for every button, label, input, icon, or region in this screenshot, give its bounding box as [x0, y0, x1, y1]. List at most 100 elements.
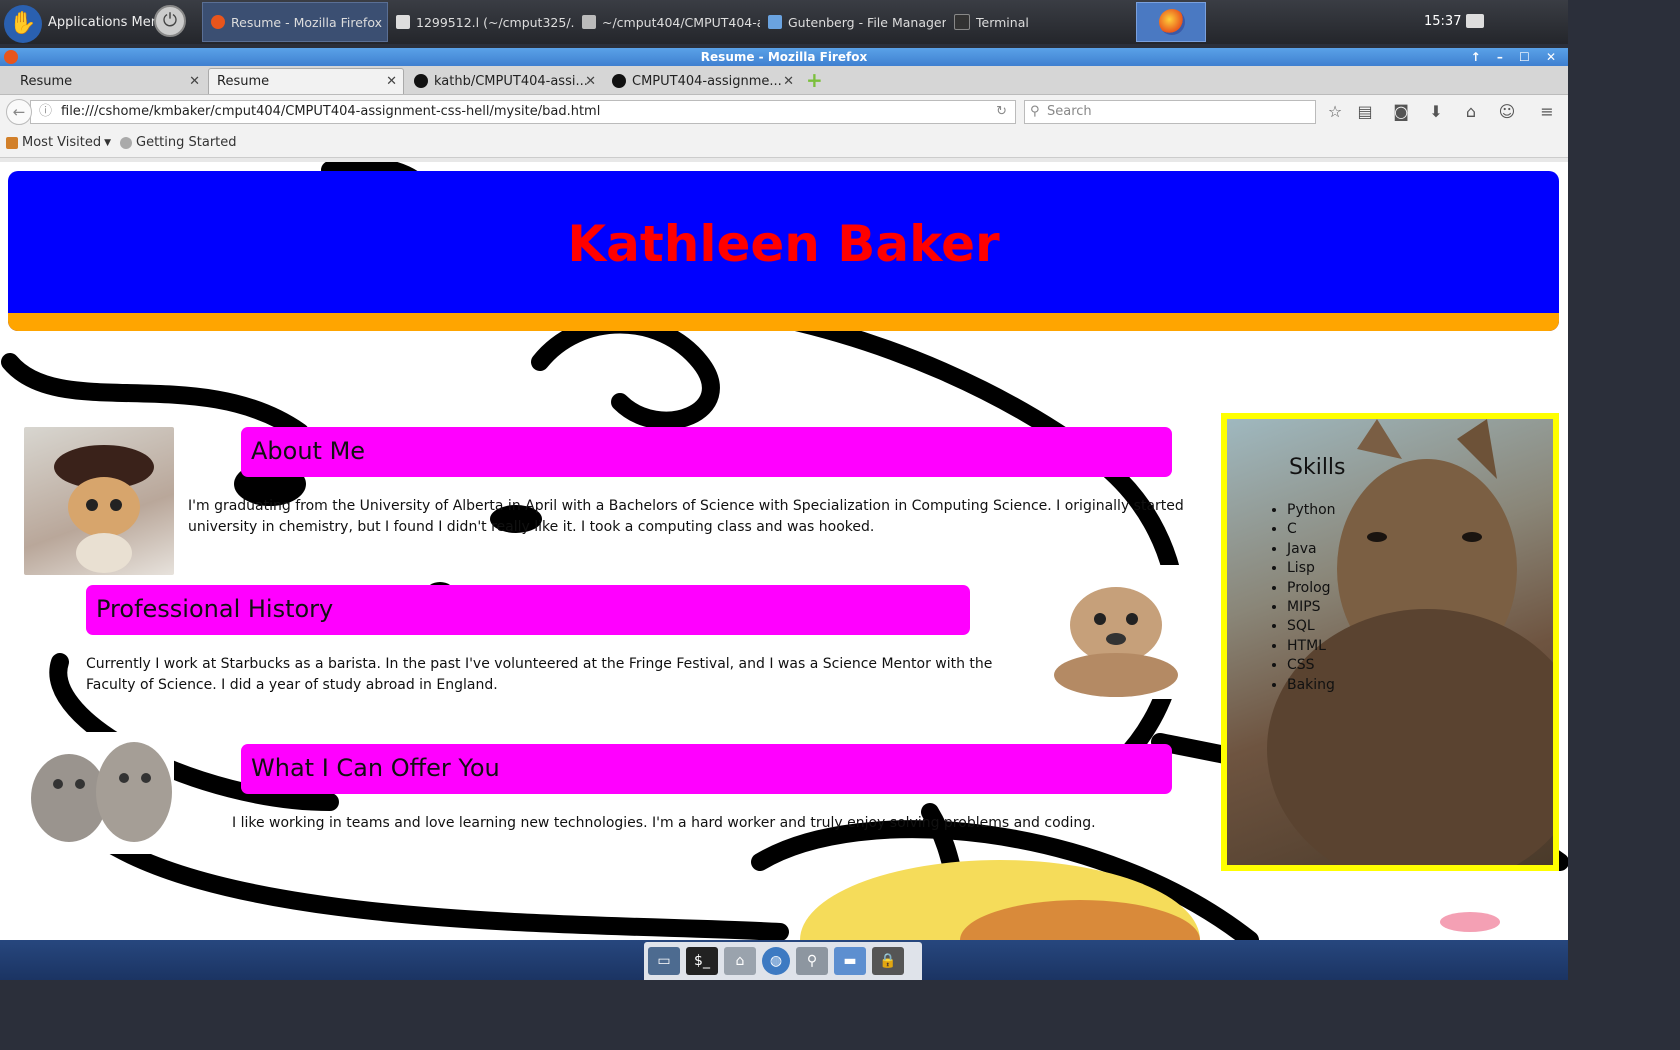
tab-bar: Resume ✕ Resume ✕ kathb/CMPUT404-assi...… [0, 66, 1568, 95]
skill-item: Baking [1287, 676, 1336, 695]
task-label: Terminal [976, 14, 1029, 30]
home-folder-icon[interactable]: ⌂ [724, 947, 756, 975]
bookmark-most-visited[interactable]: Most Visited ▼ [6, 135, 111, 150]
search-placeholder: Search [1047, 104, 1092, 119]
tab-label: Resume [20, 73, 73, 89]
task-label: 1299512.l (~/cmput325/... [416, 14, 574, 30]
web-browser-icon[interactable]: ◍ [762, 947, 790, 975]
window-controls[interactable]: ↑ – ☐ ✕ [1471, 48, 1562, 66]
chat-icon[interactable]: ☺ [1498, 103, 1516, 121]
close-tab-icon[interactable]: ✕ [585, 74, 596, 89]
tab-label: kathb/CMPUT404-assi... [434, 73, 588, 89]
bookmark-getting-started[interactable]: Getting Started [120, 135, 237, 150]
offer-heading: What I Can Offer You [251, 754, 500, 782]
task-label: Resume - Mozilla Firefox [231, 14, 382, 30]
window-title: Resume - Mozilla Firefox [700, 50, 868, 64]
tab-resume-1[interactable]: Resume ✕ [12, 68, 206, 94]
window-titlebar[interactable]: Resume - Mozilla Firefox ↑ – ☐ ✕ [0, 48, 1568, 66]
chevron-down-icon: ▼ [104, 137, 112, 148]
power-icon[interactable]: ⏻ [154, 5, 186, 37]
show-desktop-icon[interactable]: ▭ [648, 947, 680, 975]
skill-item: SQL [1287, 617, 1336, 636]
folder-icon [768, 15, 782, 29]
skill-item: C [1287, 520, 1336, 539]
tab-github-assignment[interactable]: CMPUT404-assignme... ✕ [604, 68, 800, 94]
search-icon: ⚲ [1030, 104, 1040, 119]
firefox-icon [211, 15, 225, 29]
kitten-cowboy-hat-image [24, 427, 174, 575]
about-me-heading-bar: About Me [241, 427, 1172, 477]
url-bar[interactable]: ⓘ file:///cshome/kmbaker/cmput404/CMPUT4… [30, 100, 1016, 124]
terminal-icon[interactable]: $_ [686, 947, 718, 975]
firefox-icon [4, 50, 18, 64]
skills-list: Python C Java Lisp Prolog MIPS SQL HTML … [1279, 501, 1336, 695]
professional-history-heading: Professional History [96, 595, 334, 623]
folder-icon[interactable]: ▬ [834, 947, 866, 975]
tab-github-kathb[interactable]: kathb/CMPUT404-assi... ✕ [406, 68, 602, 94]
bookmark-star-icon[interactable]: ☆ [1326, 103, 1344, 121]
tab-resume-2[interactable]: Resume ✕ [208, 68, 404, 94]
skill-item: CSS [1287, 656, 1336, 675]
close-tab-icon[interactable]: ✕ [783, 74, 794, 89]
task-editor-2[interactable]: ~/cmput404/CMPUT404-a... [574, 2, 760, 42]
skill-item: Python [1287, 501, 1336, 520]
firefox-icon [1159, 9, 1185, 35]
xfce-logo-icon: ✋ [4, 4, 42, 43]
kittens-illustration [31, 742, 172, 842]
header-banner: Kathleen Baker [8, 171, 1559, 331]
professional-history-heading-bar: Professional History [86, 585, 970, 635]
bookmark-label: Most Visited [22, 135, 102, 150]
offer-text: I like working in teams and love learnin… [232, 815, 1096, 831]
kitten-illustration [54, 445, 154, 573]
page-title: Kathleen Baker [567, 215, 1000, 273]
about-me-text: I'm graduating from the University of Al… [188, 498, 1184, 535]
task-file-manager[interactable]: Gutenberg - File Manager [760, 2, 946, 42]
applications-menu-button[interactable]: ✋ Applications Menu [0, 0, 167, 44]
back-button[interactable]: ← [6, 99, 32, 125]
chihuahua-image [1040, 565, 1190, 699]
header-stripe [8, 313, 1559, 331]
firefox-launcher-button[interactable] [1136, 2, 1206, 42]
new-tab-icon[interactable]: + [806, 70, 823, 90]
close-tab-icon[interactable]: ✕ [189, 74, 200, 89]
skills-heading: Skills [1289, 455, 1346, 480]
globe-icon [120, 136, 132, 149]
task-label: ~/cmput404/CMPUT404-a... [602, 14, 760, 30]
reload-icon[interactable]: ↻ [996, 101, 1007, 123]
text-editor-icon [396, 15, 410, 29]
task-terminal[interactable]: Terminal [946, 2, 1132, 42]
firefox-window: Resume - Mozilla Firefox ↑ – ☐ ✕ Resume … [0, 48, 1568, 940]
about-me-heading: About Me [251, 437, 366, 465]
web-page: Kathleen Baker About Me I'm graduating f… [0, 162, 1568, 940]
task-firefox[interactable]: Resume - Mozilla Firefox [202, 2, 388, 42]
search-input[interactable]: ⚲ Search [1024, 100, 1316, 124]
url-text: file:///cshome/kmbaker/cmput404/CMPUT404… [61, 104, 601, 119]
two-kittens-image [24, 732, 174, 854]
skills-panel: Skills Python C Java Lisp Prolog MIPS SQ… [1221, 413, 1559, 871]
task-editor[interactable]: 1299512.l (~/cmput325/... [388, 2, 574, 42]
menu-icon[interactable]: ≡ [1538, 103, 1556, 121]
reading-list-icon[interactable]: ▤ [1356, 103, 1374, 121]
clock[interactable]: 15:37 [1424, 14, 1461, 29]
applications-menu-label: Applications Menu [48, 14, 168, 30]
bookmarks-toolbar: Most Visited ▼ Getting Started [0, 129, 1568, 158]
skill-item: HTML [1287, 637, 1336, 656]
github-icon [414, 74, 428, 88]
site-info-icon[interactable]: ⓘ [39, 101, 52, 123]
search-icon[interactable]: ⚲ [796, 947, 828, 975]
professional-history-text: Currently I work at Starbucks as a baris… [86, 656, 993, 693]
top-panel: ✋ Applications Menu ⏻ Resume - Mozilla F… [0, 0, 1568, 44]
home-icon[interactable]: ⌂ [1462, 103, 1480, 121]
close-tab-icon[interactable]: ✕ [386, 74, 397, 89]
skill-item: Prolog [1287, 579, 1336, 598]
skill-item: Java [1287, 540, 1336, 559]
offer-heading-bar: What I Can Offer You [241, 744, 1172, 794]
lock-icon[interactable]: 🔒 [872, 947, 904, 975]
skill-item: Lisp [1287, 559, 1336, 578]
pocket-icon[interactable]: ◙ [1392, 103, 1410, 121]
network-icon[interactable] [1466, 14, 1484, 28]
bookmark-label: Getting Started [136, 135, 237, 150]
navigation-bar: ⓘ file:///cshome/kmbaker/cmput404/CMPUT4… [0, 95, 1568, 129]
most-visited-icon [6, 136, 18, 149]
download-icon[interactable]: ⬇ [1427, 103, 1445, 121]
